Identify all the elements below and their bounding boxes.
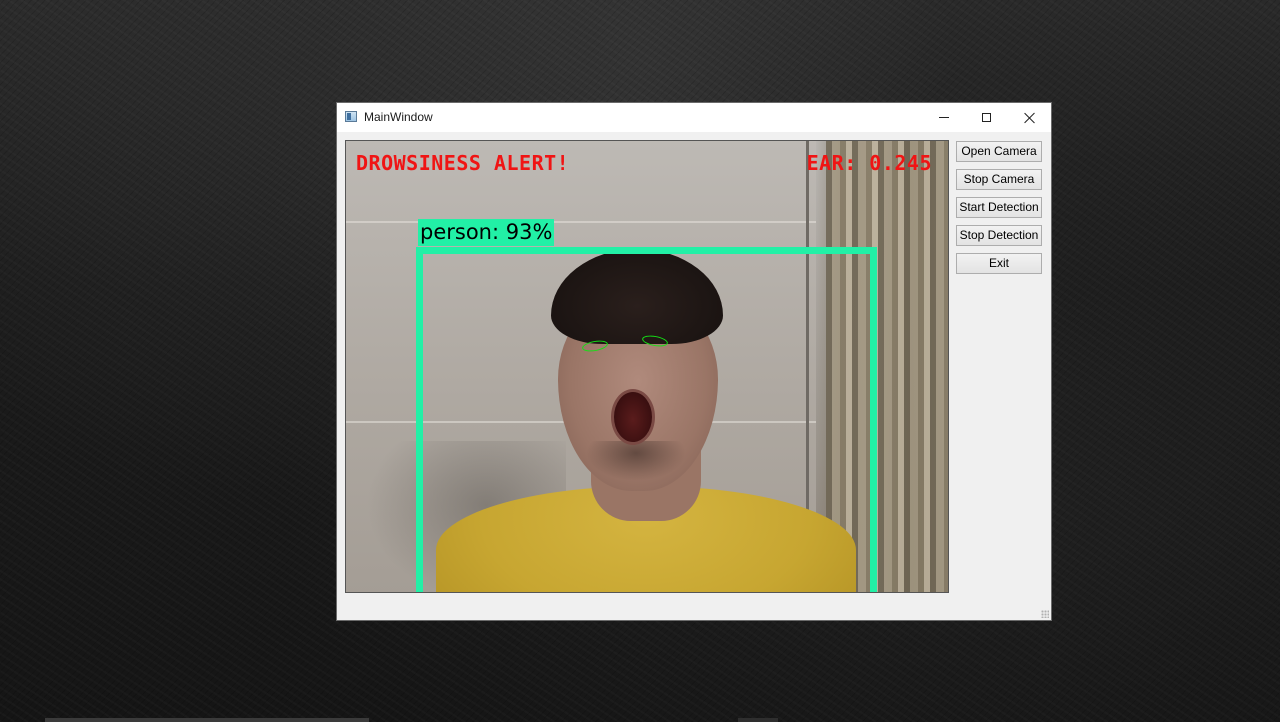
main-window: MainWindow person: 93% DROWSINESS ALERT!… (337, 103, 1051, 620)
taskbar-edge (45, 718, 369, 722)
drowsiness-alert-text: DROWSINESS ALERT! (356, 151, 570, 175)
minimize-icon (938, 117, 949, 118)
open-camera-button[interactable]: Open Camera (956, 141, 1042, 162)
window-title: MainWindow (364, 110, 433, 124)
ear-value-text: EAR: 0.245 (806, 151, 932, 175)
minimize-button[interactable] (922, 103, 965, 132)
app-window-icon (345, 111, 357, 122)
start-detection-button[interactable]: Start Detection (956, 197, 1042, 218)
resize-grip-icon[interactable] (1041, 610, 1049, 618)
maximize-icon (982, 113, 991, 122)
detection-label: person: 93% (418, 219, 555, 246)
title-bar[interactable]: MainWindow (337, 103, 1051, 132)
control-panel: Open Camera Stop Camera Start Detection … (956, 141, 1042, 281)
close-icon (1024, 112, 1036, 124)
exit-button[interactable]: Exit (956, 253, 1042, 274)
stop-camera-button[interactable]: Stop Camera (956, 169, 1042, 190)
maximize-button[interactable] (965, 103, 1008, 132)
taskbar-edge (738, 718, 778, 722)
camera-feed: person: 93% DROWSINESS ALERT! EAR: 0.245 (345, 140, 949, 593)
close-button[interactable] (1008, 103, 1051, 132)
person-bounding-box (416, 247, 877, 592)
stop-detection-button[interactable]: Stop Detection (956, 225, 1042, 246)
